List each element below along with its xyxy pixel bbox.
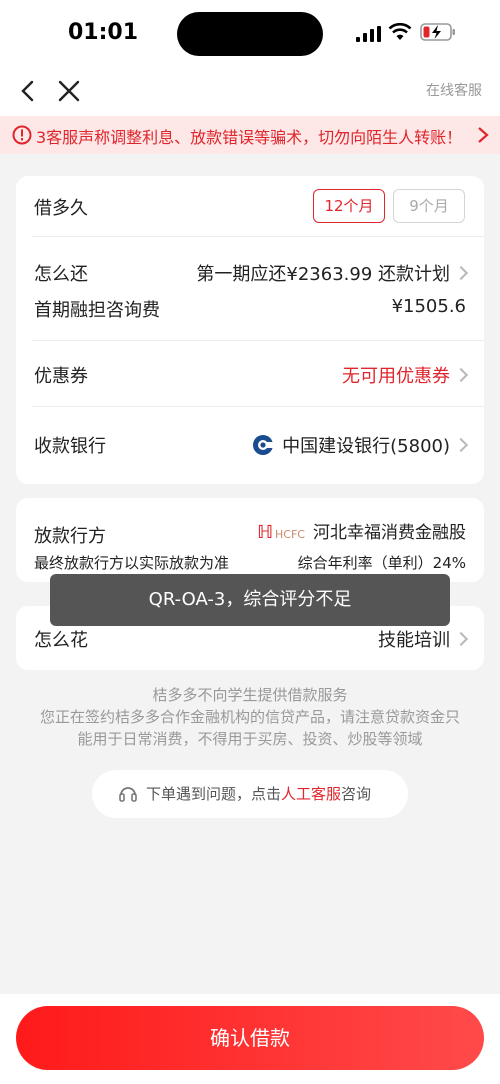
chevron-right-icon: [453, 367, 469, 383]
help-suffix: 咨询: [341, 785, 372, 803]
coupon-value: 无可用优惠券: [342, 362, 469, 388]
lender-value: ℍ HCFC 河北幸福消费金融股: [257, 518, 466, 543]
hcfc-logo-text: HCFC: [275, 528, 305, 541]
dynamic-island: [177, 12, 323, 56]
bank-label: 收款银行: [34, 436, 106, 457]
human-service-link[interactable]: 人工客服: [281, 785, 341, 803]
loan-details-card: 借多久 12个月 9个月 怎么还 第一期应还¥2363.99 还款计划 首期融担…: [16, 176, 484, 484]
usage-label: 怎么花: [34, 630, 88, 651]
coupon-value-text: 无可用优惠券: [342, 366, 450, 387]
repay-row[interactable]: 怎么还 第一期应还¥2363.99 还款计划 首期融担咨询费 ¥1505.6: [16, 236, 484, 340]
hcfc-logo-icon: ℍ: [257, 522, 274, 543]
back-icon[interactable]: [14, 76, 44, 106]
chevron-right-icon: [453, 631, 469, 647]
lender-card: 放款行方 ℍ HCFC 河北幸福消费金融股 最终放款行方以实际放款为准 综合年利率（…: [16, 498, 484, 582]
nav-bar: 在线客服: [0, 68, 500, 116]
bank-value-text: 中国建设银行(5800): [282, 436, 450, 457]
bank-value: 中国建设银行(5800): [252, 432, 469, 458]
status-bar: 01:01: [0, 0, 500, 68]
toast-message: QR-OA-3，综合评分不足: [50, 574, 450, 626]
term-label: 借多久: [34, 198, 88, 219]
repay-value: 第一期应还¥2363.99 还款计划: [196, 260, 469, 286]
lender-rate: 综合年利率（单利）24%: [297, 554, 466, 572]
confirm-loan-button[interactable]: 确认借款: [16, 1006, 484, 1070]
chevron-right-icon: [478, 127, 489, 143]
notice-line-2: 您正在签约桔多多合作金融机构的信贷产品，请注意贷款资金只: [39, 708, 460, 726]
repay-value-text: 第一期应还¥2363.99 还款计划: [196, 264, 450, 285]
wifi-icon: [388, 23, 412, 40]
coupon-row[interactable]: 优惠券 无可用优惠券: [16, 340, 484, 406]
notice-line-3: 能用于日常消费，不得用于买房、投资、炒股等领域: [77, 730, 423, 748]
notice-line-1: 桔多多不向学生提供借款服务: [152, 686, 348, 704]
ccb-bank-icon: [253, 435, 275, 455]
online-service-link[interactable]: 在线客服: [426, 80, 482, 100]
close-icon[interactable]: [54, 76, 84, 106]
fraud-warning-banner[interactable]: 3客服声称调整利息、放款错误等骗术，切勿向陌生人转账！: [0, 116, 500, 154]
status-time: 01:01: [68, 20, 139, 45]
usage-value: 技能培训: [378, 626, 469, 652]
term-option-12[interactable]: 12个月: [313, 189, 385, 223]
warning-text: 3客服声称调整利息、放款错误等骗术，切勿向陌生人转账！: [36, 128, 463, 147]
chevron-right-icon: [453, 265, 469, 281]
term-row: 借多久 12个月 9个月: [16, 176, 484, 236]
customer-service-pill[interactable]: 下单遇到问题，点击人工客服咨询: [92, 770, 408, 818]
lender-name: 河北幸福消费金融股: [313, 523, 466, 543]
signal-icon: [356, 26, 381, 42]
fee-label: 首期融担咨询费: [34, 300, 160, 321]
chevron-right-icon: [453, 437, 469, 453]
headset-icon: [119, 787, 137, 802]
help-prefix: 下单遇到问题，点击: [146, 785, 282, 803]
usage-value-text: 技能培训: [378, 630, 450, 651]
lender-label: 放款行方: [34, 526, 106, 547]
bank-row[interactable]: 收款银行 中国建设银行(5800): [16, 406, 484, 484]
warning-circle-icon: [12, 125, 32, 145]
coupon-label: 优惠券: [34, 366, 88, 387]
term-option-9[interactable]: 9个月: [393, 189, 465, 223]
battery-charging-icon: [420, 23, 455, 41]
fee-value: ¥1505.6: [391, 296, 466, 317]
lender-note: 最终放款行方以实际放款为准: [34, 554, 230, 572]
repay-label: 怎么还: [34, 264, 88, 285]
